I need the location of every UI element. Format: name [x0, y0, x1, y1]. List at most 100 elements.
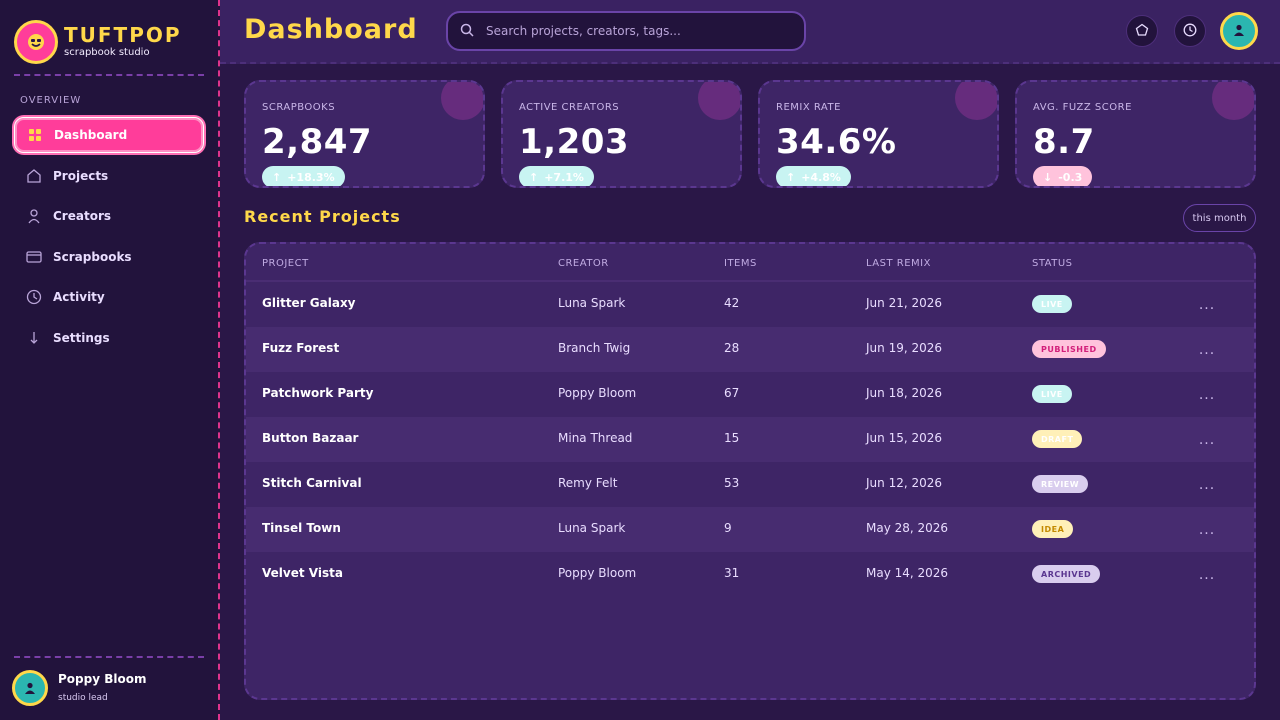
person-icon — [26, 208, 42, 224]
stat-change-badge: ↑ +7.1% — [519, 166, 594, 186]
status-badge: IDEA — [1032, 520, 1074, 538]
clock-icon — [26, 289, 42, 305]
stat-change-badge: ↑ +4.8% — [776, 166, 851, 186]
more-options-icon[interactable]: ... — [1196, 430, 1218, 450]
period-filter-button[interactable]: this month — [1183, 204, 1256, 232]
arrow-down-icon: ↓ — [1043, 170, 1053, 184]
project-name[interactable]: Velvet Vista — [262, 566, 343, 580]
items-count: 28 — [724, 341, 740, 355]
status-badge: LIVE — [1032, 385, 1072, 403]
table-row[interactable]: Stitch Carnival Remy Felt 53 Jun 12, 2026 RE… — [246, 462, 1254, 507]
user-card[interactable]: Poppy Bloom studio lead — [12, 670, 146, 706]
more-options-icon[interactable]: ... — [1196, 295, 1218, 315]
search-input[interactable] — [486, 24, 786, 38]
sidebar-item-dashboard[interactable]: Dashboard — [14, 117, 204, 153]
column-header-project[interactable]: PROJECT — [262, 258, 309, 269]
project-name[interactable]: Patchwork Party — [262, 386, 373, 400]
stat-change-value: +4.8% — [801, 170, 841, 184]
sidebar-item-label: Creators — [53, 209, 112, 223]
search-bar[interactable] — [446, 11, 806, 51]
creator-name[interactable]: Luna Spark — [558, 521, 625, 535]
creator-name[interactable]: Mina Thread — [558, 431, 632, 445]
brand-name: TUFTPOP — [64, 23, 182, 47]
sidebar-item-label: Scrapbooks — [53, 250, 132, 264]
last-remix-date: Jun 19, 2026 — [866, 341, 943, 355]
items-count: 42 — [724, 296, 740, 310]
last-remix-date: May 14, 2026 — [866, 566, 949, 580]
table-row[interactable]: Fuzz Forest Branch Twig 28 Jun 19, 2026 PUBL… — [246, 327, 1254, 372]
table-row[interactable]: Glitter Galaxy Luna Spark 42 Jun 21, 2026 LI… — [246, 282, 1254, 327]
last-remix-date: Jun 18, 2026 — [866, 386, 943, 400]
decorative-blob — [441, 82, 483, 120]
more-options-icon[interactable]: ... — [1196, 340, 1218, 360]
history-button[interactable] — [1174, 15, 1206, 47]
project-name[interactable]: Button Bazaar — [262, 431, 358, 445]
last-remix-date: May 28, 2026 — [866, 521, 949, 535]
project-name[interactable]: Glitter Galaxy — [262, 296, 356, 310]
stat-label: AVG. FUZZ SCORE — [1033, 102, 1132, 113]
arrow-down-icon — [26, 330, 42, 346]
stat-change-badge: ↓ -0.3 — [1033, 166, 1093, 186]
clock-icon — [1183, 22, 1197, 41]
sidebar-item-activity[interactable]: Activity — [14, 279, 204, 315]
stat-card-remix-rate: REMIX RATE 34.6% ↑ +4.8% — [758, 80, 999, 188]
section-label-overview: OVERVIEW — [20, 95, 82, 106]
creator-name[interactable]: Luna Spark — [558, 296, 625, 310]
arrow-up-icon: ↑ — [786, 170, 796, 184]
card-icon — [26, 249, 42, 265]
stat-label: ACTIVE CREATORS — [519, 102, 620, 113]
status-badge: ARCHIVED — [1032, 565, 1101, 583]
sidebar-item-label: Activity — [53, 290, 105, 304]
sidebar-item-scrapbooks[interactable]: Scrapbooks — [14, 239, 204, 275]
decorative-blob — [955, 82, 997, 120]
creator-name[interactable]: Poppy Bloom — [558, 566, 636, 580]
sidebar-item-settings[interactable]: Settings — [14, 320, 204, 356]
project-name[interactable]: Fuzz Forest — [262, 341, 339, 355]
home-icon — [26, 168, 42, 184]
last-remix-date: Jun 12, 2026 — [866, 476, 943, 490]
items-count: 67 — [724, 386, 740, 400]
table-row[interactable]: Button Bazaar Mina Thread 15 Jun 15, 2026 DR… — [246, 417, 1254, 462]
page-title: Dashboard — [244, 14, 418, 45]
table-row[interactable]: Patchwork Party Poppy Bloom 67 Jun 18, 2026… — [246, 372, 1254, 417]
stat-change-value: -0.3 — [1058, 170, 1083, 184]
stat-value: 2,847 — [262, 122, 373, 162]
stat-value: 8.7 — [1033, 122, 1095, 162]
sidebar-item-label: Projects — [53, 169, 109, 183]
table-row[interactable]: Velvet Vista Poppy Bloom 31 May 14, 2026 ARC… — [246, 552, 1254, 597]
stat-card-scrapbooks: SCRAPBOOKS 2,847 ↑ +18.3% — [244, 80, 485, 188]
status-badge: LIVE — [1032, 295, 1072, 313]
more-options-icon[interactable]: ... — [1196, 520, 1218, 540]
column-header-creator[interactable]: CREATOR — [558, 258, 609, 269]
project-name[interactable]: Tinsel Town — [262, 521, 341, 535]
arrow-up-icon: ↑ — [529, 170, 539, 184]
sidebar-item-projects[interactable]: Projects — [14, 158, 204, 194]
brand[interactable]: TUFTPOP scrapbook studio — [14, 20, 182, 64]
creator-name[interactable]: Branch Twig — [558, 341, 630, 355]
more-options-icon[interactable]: ... — [1196, 565, 1218, 585]
more-options-icon[interactable]: ... — [1196, 475, 1218, 495]
more-options-icon[interactable]: ... — [1196, 385, 1218, 405]
pentagon-icon — [1135, 22, 1149, 41]
project-name[interactable]: Stitch Carnival — [262, 476, 362, 490]
stat-value: 34.6% — [776, 122, 897, 162]
sidebar-item-creators[interactable]: Creators — [14, 198, 204, 234]
column-header-items[interactable]: ITEMS — [724, 258, 757, 269]
person-icon — [1232, 22, 1246, 41]
stat-change-value: +7.1% — [544, 170, 584, 184]
notifications-button[interactable] — [1126, 15, 1158, 47]
stat-card-active-creators: ACTIVE CREATORS 1,203 ↑ +7.1% — [501, 80, 742, 188]
column-header-last-remix[interactable]: LAST REMIX — [866, 258, 931, 269]
items-count: 53 — [724, 476, 740, 490]
recent-projects-title: Recent Projects — [244, 207, 401, 226]
column-header-status[interactable]: STATUS — [1032, 258, 1073, 269]
last-remix-date: Jun 15, 2026 — [866, 431, 943, 445]
topbar: Dashboard — [220, 0, 1280, 64]
table-row[interactable]: Tinsel Town Luna Spark 9 May 28, 2026 IDEA..… — [246, 507, 1254, 552]
stat-card-avg-fuzz-score: AVG. FUZZ SCORE 8.7 ↓ -0.3 — [1015, 80, 1256, 188]
profile-avatar-button[interactable] — [1220, 12, 1258, 50]
creator-name[interactable]: Remy Felt — [558, 476, 617, 490]
stat-change-badge: ↑ +18.3% — [262, 166, 345, 186]
creator-name[interactable]: Poppy Bloom — [558, 386, 636, 400]
search-icon — [460, 22, 474, 41]
